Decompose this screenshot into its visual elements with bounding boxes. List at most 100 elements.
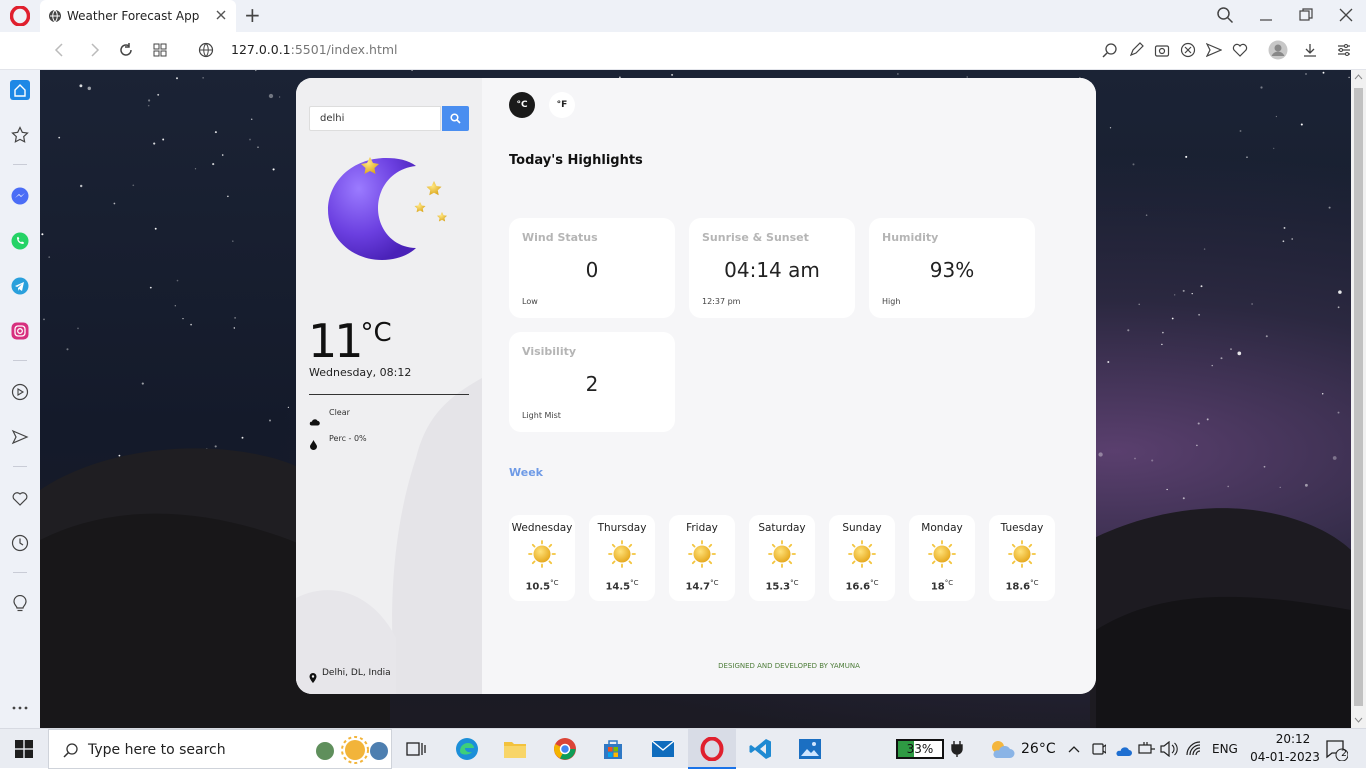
opera-logo-icon[interactable] [9, 5, 31, 27]
task-view-icon[interactable] [404, 737, 428, 761]
battery-percent: 33% [906, 742, 934, 756]
tab-search-icon[interactable] [1216, 6, 1234, 28]
tabs-grid-icon[interactable] [152, 42, 168, 62]
fahrenheit-toggle[interactable]: °F [549, 92, 575, 118]
notification-count: 2 [1341, 749, 1347, 759]
easy-setup-icon[interactable] [1336, 42, 1352, 62]
show-hidden-icons-chevron-icon[interactable] [1068, 741, 1080, 760]
weather-app-card: 11°C Wednesday, 08:12 Clear Perc - 0% De… [296, 78, 1096, 694]
precipitation-text: Perc - 0% [329, 434, 367, 443]
highlight-value: 2 [585, 372, 599, 396]
restore-icon[interactable] [1298, 7, 1314, 27]
whatsapp-icon[interactable] [10, 231, 30, 251]
minimize-icon[interactable] [1258, 8, 1274, 28]
city-search-input[interactable] [309, 106, 441, 131]
close-window-icon[interactable] [1338, 7, 1354, 27]
onedrive-icon[interactable] [1114, 742, 1132, 761]
clock-time[interactable]: 20:12 [1262, 732, 1324, 746]
highlight-value: 0 [585, 258, 599, 282]
forecast-day-card: Sunday 16.6°C [829, 515, 895, 601]
location-pin-icon [309, 668, 317, 687]
telegram-icon[interactable] [10, 276, 30, 296]
day-temp: 15.3°C [765, 579, 799, 593]
close-tab-icon[interactable] [214, 8, 228, 22]
day-temp: 14.5°C [605, 579, 639, 593]
more-options-icon[interactable] [10, 698, 30, 718]
forecast-day-card: Saturday 15.3°C [749, 515, 815, 601]
highlight-title: Sunrise & Sunset [702, 231, 809, 244]
week-label[interactable]: Week [509, 466, 543, 479]
windows-taskbar: Type here to search 33% 26°C ENG 20:12 0… [0, 728, 1366, 769]
camera-icon[interactable] [1154, 42, 1170, 62]
search-button[interactable] [442, 106, 469, 131]
browser-tab[interactable]: Weather Forecast App [40, 0, 236, 32]
site-info-icon[interactable] [198, 42, 214, 62]
current-temperature: 11°C [308, 314, 392, 368]
back-icon[interactable] [52, 42, 68, 62]
microsoft-store-icon[interactable] [601, 737, 625, 761]
highlight-subtext: High [882, 297, 901, 306]
file-explorer-icon[interactable] [503, 737, 527, 761]
page-scrollbar[interactable] [1351, 70, 1366, 728]
send-icon[interactable] [1205, 42, 1223, 62]
input-language[interactable]: ENG [1212, 742, 1238, 756]
search-icon [450, 113, 461, 124]
clock-date[interactable]: 04-01-2023 [1246, 750, 1324, 764]
address-bar: 127.0.0.1:5501/index.html [0, 32, 1366, 70]
power-plug-icon[interactable] [1138, 741, 1156, 761]
history-clock-icon[interactable] [10, 533, 30, 553]
photos-icon[interactable] [798, 737, 822, 761]
forecast-day-card: Tuesday 18.6°C [989, 515, 1055, 601]
start-windows-icon[interactable] [12, 737, 36, 761]
day-name: Thursday [597, 522, 647, 534]
page-viewport: 11°C Wednesday, 08:12 Clear Perc - 0% De… [40, 70, 1351, 728]
mail-icon[interactable] [651, 737, 675, 761]
day-name: Wednesday [511, 522, 573, 534]
edit-icon[interactable] [1128, 42, 1144, 62]
sun-icon [1008, 540, 1036, 568]
globe-icon [48, 9, 62, 23]
highlight-card-visibility: Visibility 2 Light Mist [509, 332, 675, 432]
player-icon[interactable] [10, 382, 30, 402]
forecast-panel: °C °F Today's Highlights Wind Status 0 L… [482, 78, 1096, 694]
url-field[interactable]: 127.0.0.1:5501/index.html [231, 42, 398, 57]
charging-plug-icon [950, 741, 964, 761]
edge-browser-icon[interactable] [455, 737, 479, 761]
speed-dial-icon[interactable] [10, 125, 30, 145]
find-icon[interactable] [1102, 42, 1118, 62]
forecast-day-card: Wednesday 10.5°C [509, 515, 575, 601]
moon-stars-weather-icon [328, 157, 447, 260]
volume-icon[interactable] [1160, 740, 1178, 761]
messenger-icon[interactable] [10, 186, 30, 206]
weather-cloud-sun-icon[interactable] [988, 738, 1016, 764]
forward-icon[interactable] [86, 42, 102, 62]
heart-icon[interactable] [1232, 42, 1248, 62]
current-weather-panel: 11°C Wednesday, 08:12 Clear Perc - 0% De… [296, 78, 482, 694]
home-icon[interactable] [10, 80, 30, 100]
adblock-icon[interactable] [1180, 42, 1196, 62]
download-icon[interactable] [1302, 42, 1318, 62]
chrome-icon[interactable] [553, 737, 577, 761]
battery-indicator[interactable]: 33% [896, 739, 944, 759]
weather-temperature[interactable]: 26°C [1021, 741, 1056, 757]
wifi-icon[interactable] [1186, 741, 1204, 761]
highlight-subtext: Light Mist [522, 411, 561, 420]
celsius-toggle[interactable]: °C [509, 92, 535, 118]
cloud-icon [309, 411, 320, 430]
day-name: Friday [686, 522, 718, 534]
forecast-day-card: Thursday 14.5°C [589, 515, 655, 601]
new-tab-button[interactable]: + [244, 3, 261, 27]
day-temp: 10.5°C [525, 579, 559, 593]
opera-taskbar-icon[interactable] [700, 737, 724, 761]
meet-now-icon[interactable] [1092, 741, 1107, 761]
reload-icon[interactable] [118, 42, 134, 62]
vscode-icon[interactable] [749, 737, 773, 761]
search-icon [63, 743, 78, 758]
day-temp: 18°C [930, 579, 954, 593]
flow-icon[interactable] [10, 427, 30, 447]
taskbar-search-box[interactable]: Type here to search [48, 729, 392, 769]
bookmarks-heart-icon[interactable] [10, 488, 30, 508]
profile-avatar-icon[interactable] [1268, 40, 1288, 64]
instagram-icon[interactable] [10, 321, 30, 341]
lightbulb-icon[interactable] [10, 594, 30, 614]
